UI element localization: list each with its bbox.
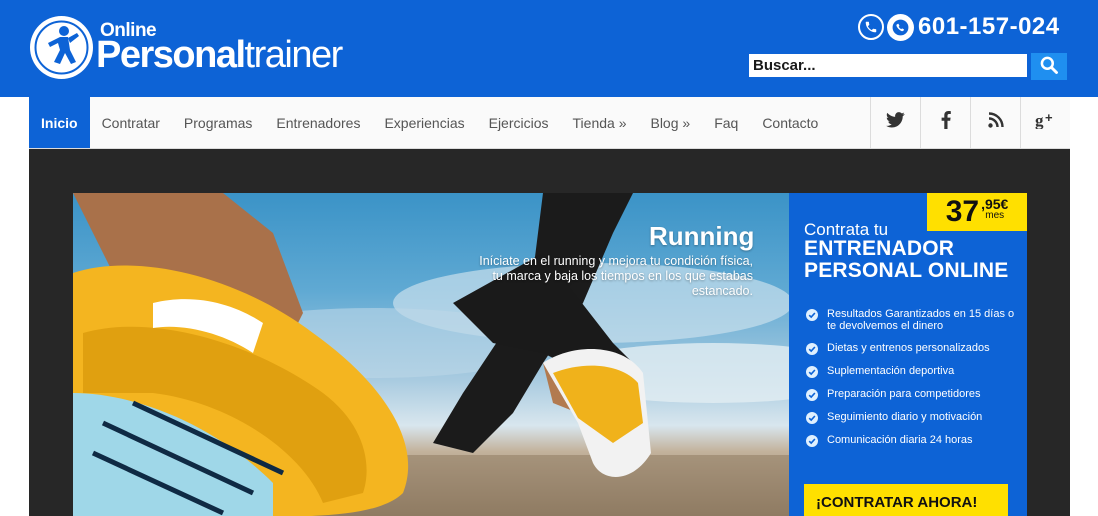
rss-button[interactable] xyxy=(970,97,1020,148)
price-main: 37 xyxy=(945,195,980,228)
nav-menu: Inicio Contratar Programas Entrenadores … xyxy=(29,97,830,148)
nav-item-blog[interactable]: Blog » xyxy=(638,97,702,148)
logo-runner-icon xyxy=(30,16,93,79)
price-period: mes xyxy=(985,210,1005,221)
feature-item: Resultados Garantizados en 15 días o te … xyxy=(806,308,1016,332)
logo-brand-light: trainer xyxy=(244,34,344,76)
nav-item-programas[interactable]: Programas xyxy=(172,97,264,148)
phone-icon xyxy=(858,14,884,40)
feature-item: Seguimiento diario y motivación xyxy=(806,411,1016,424)
check-icon xyxy=(806,412,818,424)
check-icon xyxy=(806,309,818,321)
price-sub: ,95€ mes xyxy=(981,197,1008,221)
logo-brand-text: Personaltrainer xyxy=(96,34,344,76)
feature-item: Comunicación diaria 24 horas xyxy=(806,434,1016,447)
promo-panel: 37 ,95€ mes Contrata tu ENTRENADOR PERSO… xyxy=(789,193,1027,516)
hero-slide[interactable]: Running Iníciate en el running y mejora … xyxy=(73,193,789,516)
search-input[interactable] xyxy=(749,54,1027,77)
facebook-icon xyxy=(941,111,951,134)
contratar-ahora-button[interactable]: ¡CONTRATAR AHORA! xyxy=(804,484,1008,516)
site-logo[interactable]: Online Personaltrainer xyxy=(30,16,350,80)
twitter-button[interactable] xyxy=(870,97,920,148)
social-links: g + xyxy=(870,97,1070,148)
feature-text: Preparación para competidores xyxy=(827,388,981,400)
feature-list: Resultados Garantizados en 15 días o te … xyxy=(806,308,1016,457)
svg-text:g: g xyxy=(1035,111,1044,129)
feature-text: Seguimiento diario y motivación xyxy=(827,411,983,423)
nav-item-contacto[interactable]: Contacto xyxy=(750,97,830,148)
google-plus-icon: g + xyxy=(1035,110,1057,134)
nav-item-entrenadores[interactable]: Entrenadores xyxy=(264,97,372,148)
hero-title: Running xyxy=(649,221,755,251)
check-icon xyxy=(806,343,818,355)
price-badge: 37 ,95€ mes xyxy=(927,193,1027,231)
feature-text: Dietas y entrenos personalizados xyxy=(827,342,990,354)
nav-item-experiencias[interactable]: Experiencias xyxy=(372,97,476,148)
promo-title: ENTRENADOR PERSONAL ONLINE xyxy=(804,237,1009,282)
phone-number: 601-157-024 xyxy=(918,13,1060,40)
rss-icon xyxy=(987,112,1004,133)
search-icon xyxy=(1039,55,1059,78)
price-cents: ,95€ xyxy=(981,196,1009,212)
svg-text:+: + xyxy=(1045,111,1053,125)
nav-item-contratar[interactable]: Contratar xyxy=(90,97,172,148)
feature-text: Suplementación deportiva xyxy=(827,365,955,377)
main-nav: Inicio Contratar Programas Entrenadores … xyxy=(29,97,1070,149)
google-plus-button[interactable]: g + xyxy=(1020,97,1070,148)
feature-item: Dietas y entrenos personalizados xyxy=(806,342,1016,355)
feature-item: Suplementación deportiva xyxy=(806,365,1016,378)
phone-contact[interactable]: 601-157-024 xyxy=(858,12,1060,42)
feature-text: Comunicación diaria 24 horas xyxy=(827,434,973,446)
whatsapp-icon xyxy=(887,13,914,41)
nav-item-faq[interactable]: Faq xyxy=(702,97,750,148)
check-icon xyxy=(806,435,818,447)
feature-text: Resultados Garantizados en 15 días o te … xyxy=(827,308,1015,332)
search-button[interactable] xyxy=(1031,53,1067,80)
site-header: Online Personaltrainer 601-157-024 xyxy=(0,0,1098,97)
nav-item-inicio[interactable]: Inicio xyxy=(29,97,90,148)
logo-brand-bold: Personal xyxy=(96,34,246,76)
twitter-icon xyxy=(886,112,905,133)
check-icon xyxy=(806,389,818,401)
hero-description: Iníciate en el running y mejora tu condi… xyxy=(479,254,753,298)
nav-item-tienda[interactable]: Tienda » xyxy=(561,97,639,148)
feature-item: Preparación para competidores xyxy=(806,388,1016,401)
check-icon xyxy=(806,366,818,378)
facebook-button[interactable] xyxy=(920,97,970,148)
nav-item-ejercicios[interactable]: Ejercicios xyxy=(477,97,561,148)
